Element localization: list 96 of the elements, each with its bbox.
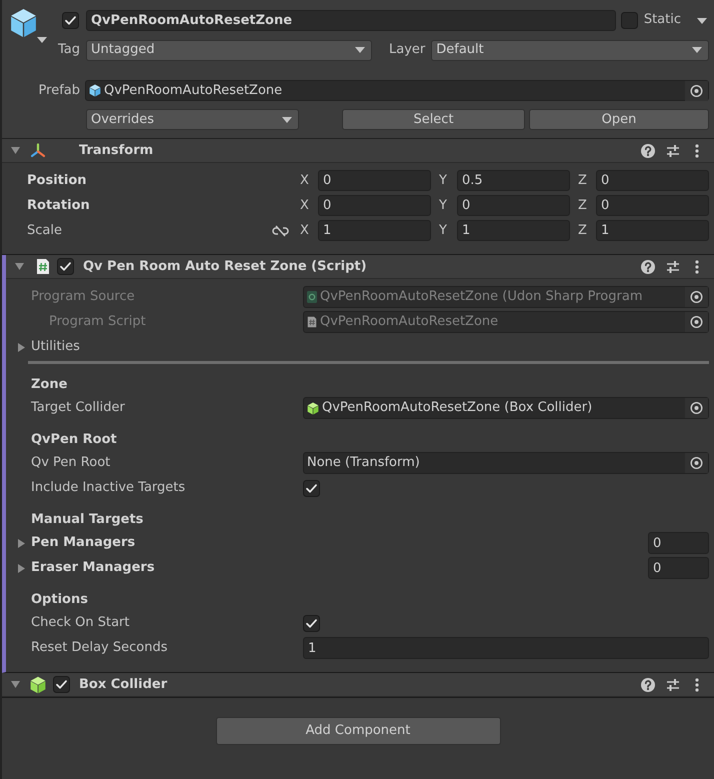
component-title: Transform xyxy=(79,142,154,158)
script-file-icon xyxy=(36,258,50,275)
array-size-field[interactable]: 0 xyxy=(648,557,709,579)
help-icon[interactable] xyxy=(641,144,655,158)
array-label[interactable]: Pen Managers xyxy=(31,535,289,551)
section-header: Options xyxy=(30,591,89,609)
target-icon[interactable] xyxy=(685,398,708,418)
number-field[interactable]: 0 xyxy=(318,195,431,216)
name-field[interactable]: QvPenRoomAutoResetZone xyxy=(86,10,616,31)
cube-icon xyxy=(307,402,319,414)
disclosure-triangle-icon[interactable] xyxy=(15,262,24,271)
caret-icon[interactable] xyxy=(697,18,707,24)
property-label: Include Inactive Targets xyxy=(31,480,186,496)
property-label: Qv Pen Root xyxy=(31,455,112,471)
help-icon[interactable] xyxy=(641,678,655,692)
axis-label: Y xyxy=(439,222,448,238)
layer-label: Layer xyxy=(389,42,426,58)
property-label: Rotation xyxy=(27,198,91,214)
property-label: Scale xyxy=(27,222,63,238)
disclosure-triangle-icon[interactable] xyxy=(17,538,26,548)
target-icon[interactable] xyxy=(685,453,708,473)
number-field[interactable]: 0 xyxy=(318,170,431,191)
number-field[interactable]: 1 xyxy=(596,220,709,241)
property-label: Program Script xyxy=(49,314,147,330)
checkbox[interactable] xyxy=(57,258,74,275)
disclosure-triangle-icon[interactable] xyxy=(17,342,26,352)
caret-icon xyxy=(355,47,365,53)
checkbox[interactable] xyxy=(53,676,70,693)
kebab-menu-icon[interactable] xyxy=(695,144,699,158)
axis-label: Z xyxy=(578,172,588,188)
cube-icon xyxy=(89,84,101,97)
section-header: QvPen Root xyxy=(30,431,118,449)
caret-icon[interactable] xyxy=(37,37,47,43)
foldout-label[interactable]: Utilities xyxy=(31,339,289,355)
section-header: Zone xyxy=(30,376,68,394)
array-label[interactable]: Eraser Managers xyxy=(31,560,289,576)
static-label: Static xyxy=(644,12,681,28)
disclosure-triangle-icon[interactable] xyxy=(17,564,26,572)
property-label: Position xyxy=(27,172,88,188)
checkbox[interactable] xyxy=(62,12,79,29)
select-button[interactable]: Select xyxy=(342,109,525,130)
disclosure-triangle-icon[interactable] xyxy=(11,680,20,689)
kebab-menu-icon[interactable] xyxy=(695,260,699,274)
object-field[interactable]: None (Transform) xyxy=(303,452,709,474)
tag-dropdown[interactable]: Untagged xyxy=(86,40,372,60)
tag-label: Tag xyxy=(56,42,80,58)
open-button[interactable]: Open xyxy=(529,109,709,130)
axes-icon xyxy=(30,142,46,158)
property-label: Check On Start xyxy=(31,615,130,631)
number-field[interactable]: 1 xyxy=(457,220,570,241)
disclosure-triangle-icon[interactable] xyxy=(11,146,20,155)
number-field[interactable]: 0 xyxy=(596,170,709,191)
axis-label: Y xyxy=(439,172,448,188)
overrides-dropdown[interactable]: Overrides xyxy=(86,109,299,130)
asset-file-icon xyxy=(307,291,317,303)
checkbox[interactable] xyxy=(303,480,320,496)
script-file-icon xyxy=(307,316,317,328)
cube-icon[interactable] xyxy=(10,8,37,38)
object-field[interactable]: QvPenRoomAutoResetZone (Box Collider) xyxy=(303,397,709,419)
component-title: Box Collider xyxy=(79,676,168,692)
checkbox[interactable] xyxy=(303,614,320,632)
property-label: Program Source xyxy=(31,289,136,305)
prefab-label: Prefab xyxy=(38,82,80,98)
axis-label: Z xyxy=(578,222,588,238)
number-field[interactable]: 1 xyxy=(303,637,709,659)
property-label: Reset Delay Seconds xyxy=(31,640,168,656)
axis-label: X xyxy=(300,172,310,188)
section-header: Manual Targets xyxy=(30,511,144,529)
number-field[interactable]: 0 xyxy=(596,195,709,216)
component-title: Qv Pen Room Auto Reset Zone (Script) xyxy=(83,258,367,274)
add-component-button[interactable]: Add Component xyxy=(216,717,500,745)
component-header-bar[interactable]: Qv Pen Room Auto Reset Zone (Script) xyxy=(6,255,714,279)
cube-icon xyxy=(30,676,46,694)
axis-label: Y xyxy=(439,198,448,214)
kebab-menu-icon[interactable] xyxy=(695,678,699,692)
prefab-field[interactable]: QvPenRoomAutoResetZone xyxy=(85,80,709,101)
number-field[interactable]: 1 xyxy=(318,220,431,241)
array-size-field[interactable]: 0 xyxy=(648,532,709,554)
sliders-icon[interactable] xyxy=(666,260,680,274)
property-label: Target Collider xyxy=(31,400,126,416)
axis-label: X xyxy=(300,198,310,214)
sliders-icon[interactable] xyxy=(666,144,680,158)
axis-label: Z xyxy=(578,198,588,214)
caret-icon xyxy=(692,47,702,53)
number-field[interactable]: 0.5 xyxy=(457,170,570,191)
component-header-bar[interactable]: Transform xyxy=(2,139,714,163)
checkbox[interactable] xyxy=(620,12,638,29)
number-field[interactable]: 0 xyxy=(457,195,570,216)
sliders-icon[interactable] xyxy=(666,678,680,692)
layer-dropdown[interactable]: Default xyxy=(431,40,709,60)
help-icon[interactable] xyxy=(641,260,655,274)
broken-link-icon[interactable] xyxy=(272,224,289,236)
caret-icon xyxy=(282,116,292,122)
axis-label: X xyxy=(300,222,310,238)
target-icon[interactable] xyxy=(685,80,708,100)
component-header-bar[interactable]: Box Collider xyxy=(2,673,714,697)
